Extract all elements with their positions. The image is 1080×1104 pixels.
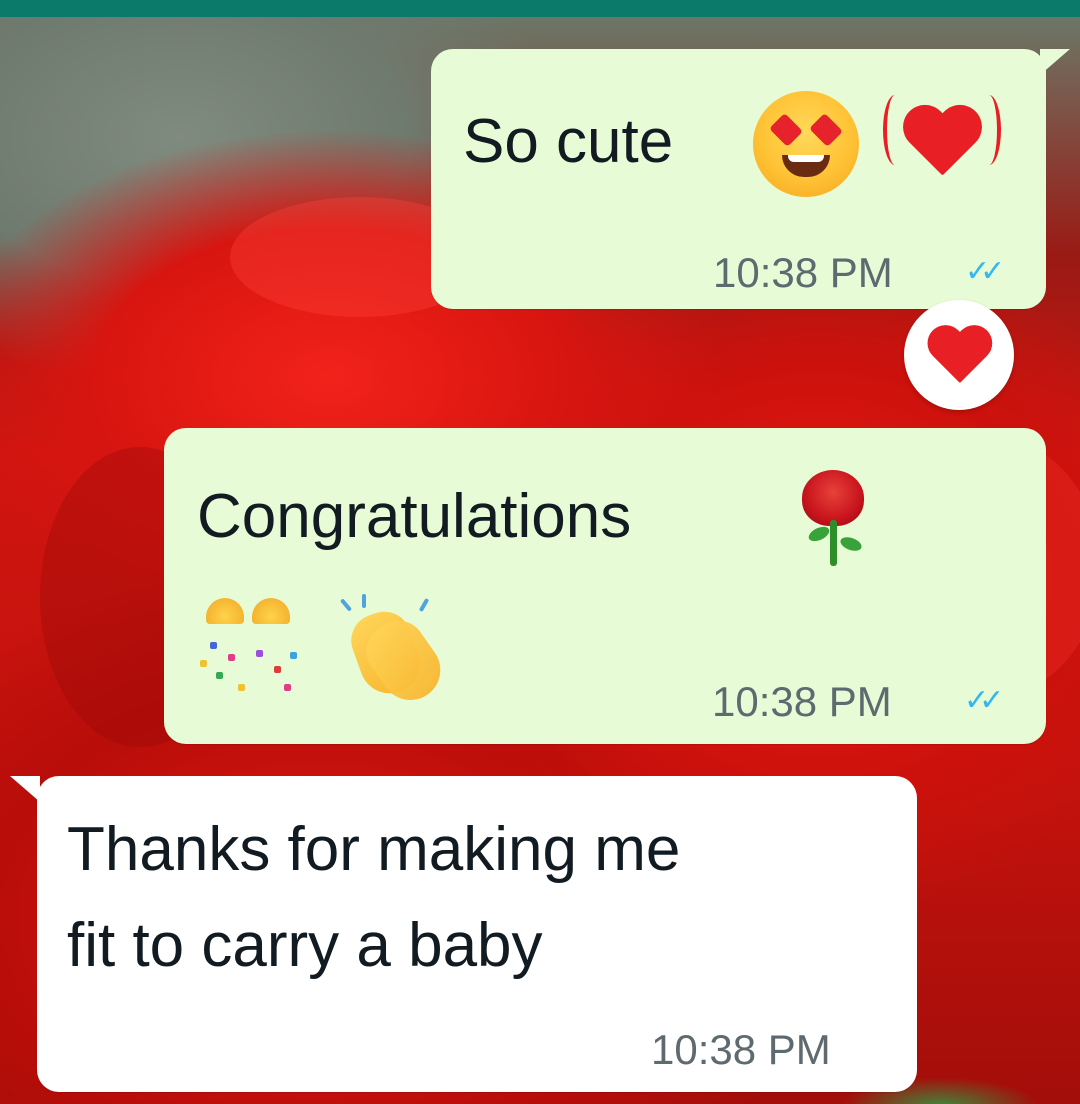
message-text: Congratulations	[197, 482, 632, 551]
message-text: So cute	[463, 107, 674, 176]
message-timestamp: 10:38 PM	[713, 249, 893, 296]
bubble-tail	[10, 776, 40, 802]
message-timestamp: 10:38 PM	[651, 1026, 831, 1073]
message-text: Thanks for making me fit to carry a baby	[67, 802, 680, 994]
read-receipt-icon: ✓✓	[965, 255, 1005, 288]
message-bubble-outgoing[interactable]: So cute 10:38 PM ✓✓	[431, 49, 1046, 309]
message-text-line: fit to carry a baby	[67, 911, 543, 980]
message-timestamp: 10:38 PM	[712, 678, 892, 725]
bubble-tail	[1040, 49, 1070, 75]
clapping-hands-icon	[338, 594, 453, 712]
message-bubble-outgoing[interactable]: Congratulations 10:38 PM ✓✓	[164, 428, 1046, 744]
beating-heart-icon	[883, 89, 1001, 199]
red-heart-icon	[924, 327, 995, 391]
read-receipt-icon: ✓✓	[964, 684, 1004, 717]
message-text-line: Thanks for making me	[67, 815, 681, 884]
smiling-face-with-heart-eyes-icon	[753, 91, 859, 197]
app-header-strip	[0, 0, 1080, 17]
message-reaction[interactable]	[904, 300, 1014, 410]
message-bubble-incoming[interactable]: Thanks for making me fit to carry a baby…	[37, 776, 917, 1092]
rose-icon	[788, 464, 882, 574]
confetti-ball-icon	[194, 592, 306, 702]
